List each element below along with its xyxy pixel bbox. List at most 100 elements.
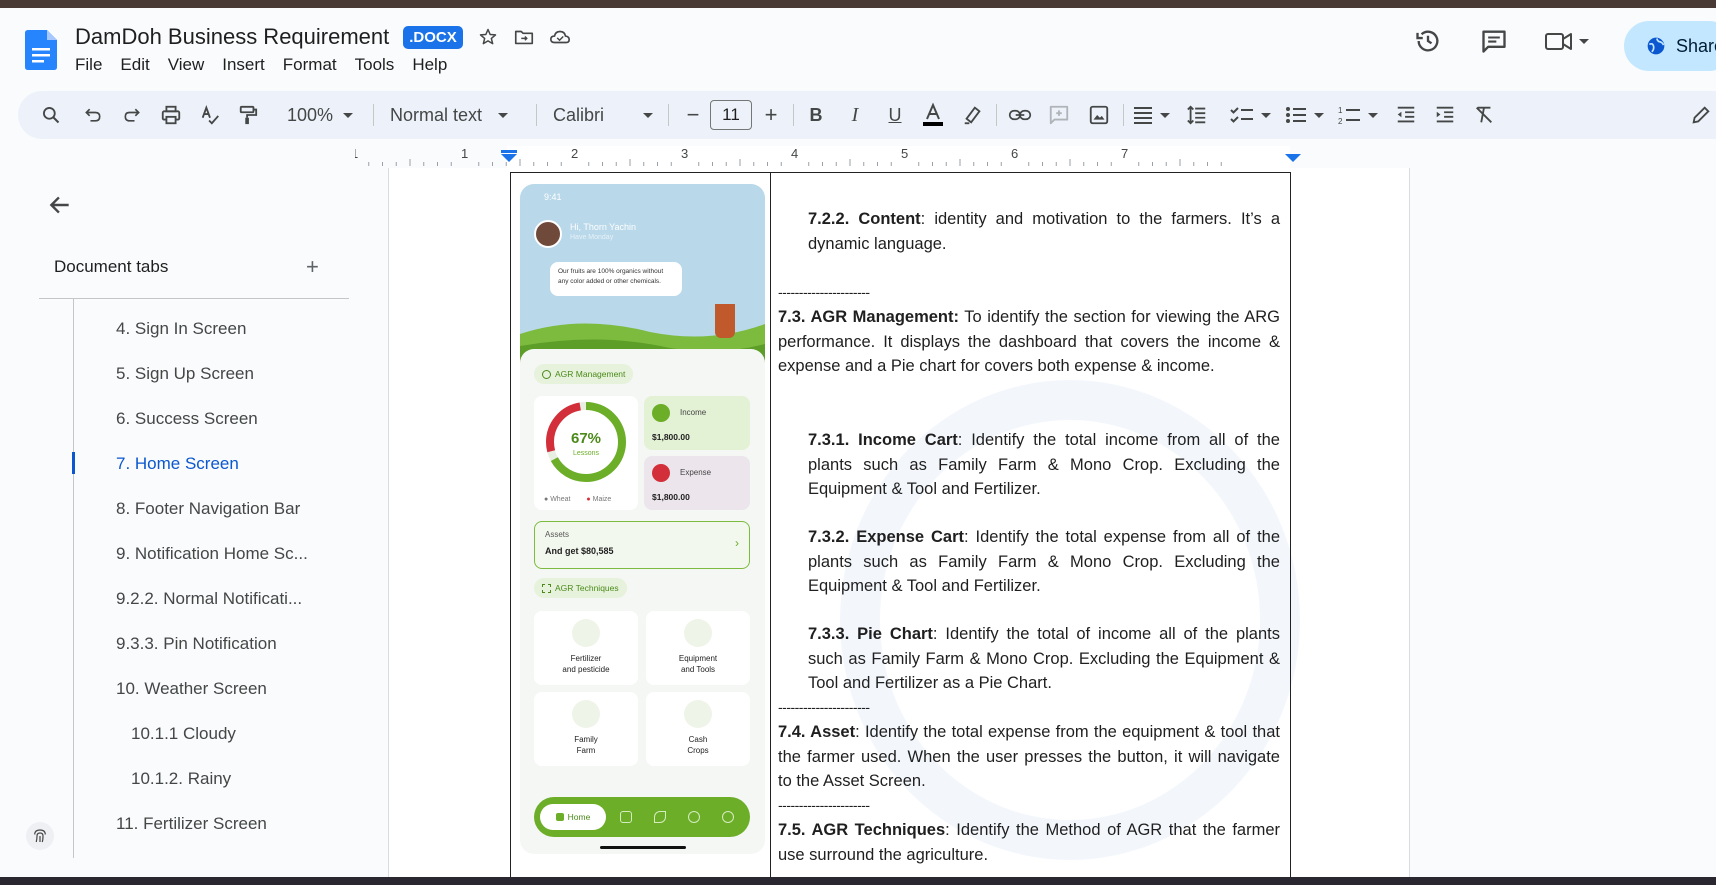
tile-family-farm[interactable]: Family Farm <box>534 692 638 766</box>
edit-pencil-icon[interactable] <box>1686 91 1716 139</box>
outline-item-notification-home[interactable]: 9. Notification Home Sc... <box>116 544 308 564</box>
document-tabs-title: Document tabs <box>54 257 169 276</box>
document-title[interactable]: DamDoh Business Requirement <box>75 24 389 50</box>
decrease-font-size-button[interactable]: − <box>678 91 708 139</box>
underline-icon[interactable]: U <box>880 91 910 139</box>
wheelbarrow-icon <box>684 619 712 647</box>
assets-label: Assets <box>545 530 570 539</box>
app-expense-card[interactable]: Expense $1,800.00 <box>644 456 750 510</box>
menu-format[interactable]: Format <box>283 55 347 75</box>
divider-dashes: ---------------------- <box>778 797 870 813</box>
section-7-3-2[interactable]: 7.3.2. Expense Cart: Identify the total … <box>808 525 1280 599</box>
profile-icon[interactable] <box>722 811 734 823</box>
add-comment-icon[interactable] <box>1044 91 1074 139</box>
checklist-icon[interactable] <box>1228 91 1274 139</box>
first-line-indent-marker <box>501 150 517 153</box>
section-7-2-2-heading: 7.2.2. Content <box>808 210 921 228</box>
ruler-label: 1 <box>461 146 468 161</box>
app-assets-card[interactable]: Assets And get $80,585 › <box>534 521 750 569</box>
menu-help[interactable]: Help <box>412 55 457 75</box>
leaf-icon[interactable] <box>654 811 666 823</box>
tile-fertilizer[interactable]: Fertilizer and pesticide <box>534 611 638 685</box>
highlight-icon[interactable] <box>958 91 988 139</box>
font-select[interactable]: Calibri <box>553 91 671 139</box>
menu-tools[interactable]: Tools <box>355 55 405 75</box>
tile-cash-crops[interactable]: Cash Crops <box>646 692 750 766</box>
ruler-label: 2 <box>571 146 578 161</box>
image-icon[interactable] <box>1084 91 1114 139</box>
text-color-icon[interactable] <box>918 91 948 139</box>
tile-equipment[interactable]: Equipment and Tools <box>646 611 750 685</box>
nav-home[interactable]: Home <box>540 804 606 830</box>
increase-font-size-button[interactable]: + <box>756 91 786 139</box>
folder-move-icon[interactable] <box>513 26 535 48</box>
outline-item-sign-up[interactable]: 5. Sign Up Screen <box>116 364 254 384</box>
docs-logo-icon[interactable] <box>25 30 57 70</box>
history-icon[interactable] <box>1413 26 1443 56</box>
share-label: Share <box>1676 35 1716 56</box>
back-arrow-icon[interactable] <box>47 192 73 218</box>
spellcheck-icon[interactable] <box>195 91 225 139</box>
section-7-5[interactable]: 7.5. AGR Techniques: Identify the Method… <box>778 818 1280 867</box>
link-icon[interactable] <box>1005 91 1035 139</box>
outline-item-sign-in[interactable]: 4. Sign In Screen <box>116 319 246 339</box>
outline-item-footer-nav[interactable]: 8. Footer Navigation Bar <box>116 499 300 519</box>
outline-item-fertilizer[interactable]: 11. Fertilizer Screen <box>116 814 267 834</box>
share-button[interactable]: Share <box>1624 21 1716 71</box>
outline-track <box>73 298 74 858</box>
fingerprint-icon[interactable] <box>26 822 54 850</box>
clear-format-icon[interactable] <box>1469 91 1499 139</box>
section-7-4[interactable]: 7.4. Asset: Identify the total expense f… <box>778 720 1280 794</box>
undo-icon[interactable] <box>78 91 108 139</box>
line-spacing-icon[interactable] <box>1182 91 1212 139</box>
paint-format-icon[interactable] <box>233 91 263 139</box>
numbered-list-icon[interactable]: 12 <box>1337 91 1383 139</box>
outline-item-weather[interactable]: 10. Weather Screen <box>116 679 267 699</box>
cart-icon[interactable] <box>620 811 632 823</box>
app-income-card[interactable]: Income $1,800.00 <box>644 396 750 450</box>
menu-edit[interactable]: Edit <box>120 55 159 75</box>
star-icon[interactable] <box>477 26 499 48</box>
outline-item-home[interactable]: 7. Home Screen <box>116 454 239 474</box>
font-size-value[interactable]: 11 <box>710 100 752 130</box>
app-screenshot-image[interactable]: 9:41 Hi, Thorn Yachin Have Monday Our fr… <box>520 184 765 854</box>
font-size-field[interactable]: 11 <box>708 91 754 139</box>
section-7-2-2[interactable]: 7.2.2. Content: identity and motivation … <box>808 207 1280 256</box>
section-7-3[interactable]: 7.3. AGR Management: To identify the sec… <box>778 305 1280 379</box>
chevron-down-icon <box>498 112 509 118</box>
docx-badge: .DOCX <box>403 25 463 49</box>
menu-view[interactable]: View <box>168 55 215 75</box>
menu-insert[interactable]: Insert <box>222 55 275 75</box>
section-7-3-1[interactable]: 7.3.1. Income Cart: Identify the total i… <box>808 428 1280 502</box>
ruler[interactable]: 1 1 2 3 4 5 6 7 <box>355 146 1411 168</box>
comment-icon[interactable] <box>1479 26 1509 56</box>
outline-item-cloudy[interactable]: 10.1.1 Cloudy <box>131 724 236 744</box>
bullet-list-icon[interactable] <box>1283 91 1329 139</box>
section-7-3-3-heading: 7.3.3. Pie Chart <box>808 625 933 643</box>
indent-increase-icon[interactable] <box>1430 91 1460 139</box>
outline-item-rainy[interactable]: 10.1.2. Rainy <box>131 769 231 789</box>
section-7-3-3[interactable]: 7.3.3. Pie Chart: Identify the total of … <box>808 622 1280 696</box>
video-icon[interactable] <box>1543 26 1591 56</box>
cloud-icon[interactable] <box>549 26 571 48</box>
bold-icon[interactable]: B <box>801 91 831 139</box>
italic-icon[interactable]: I <box>840 91 870 139</box>
outline-item-pin-notification[interactable]: 9.3.3. Pin Notification <box>116 634 277 654</box>
zoom-select[interactable]: 100% <box>280 91 360 139</box>
print-icon[interactable] <box>156 91 186 139</box>
indent-decrease-icon[interactable] <box>1391 91 1421 139</box>
expense-icon <box>652 464 670 482</box>
fertilizer-icon <box>572 619 600 647</box>
donut-percent: 67% <box>570 430 602 447</box>
check-icon[interactable] <box>688 811 700 823</box>
menu-file[interactable]: File <box>75 55 112 75</box>
search-icon[interactable] <box>36 91 66 139</box>
align-icon[interactable] <box>1130 91 1174 139</box>
outline-item-success[interactable]: 6. Success Screen <box>116 409 258 429</box>
paragraph-style-select[interactable]: Normal text <box>390 91 538 139</box>
outline-item-normal-notification[interactable]: 9.2.2. Normal Notificati... <box>116 589 302 609</box>
redo-icon[interactable] <box>117 91 147 139</box>
outline-active-indicator <box>72 452 75 474</box>
plus-icon[interactable]: + <box>306 254 319 280</box>
income-icon <box>652 404 670 422</box>
